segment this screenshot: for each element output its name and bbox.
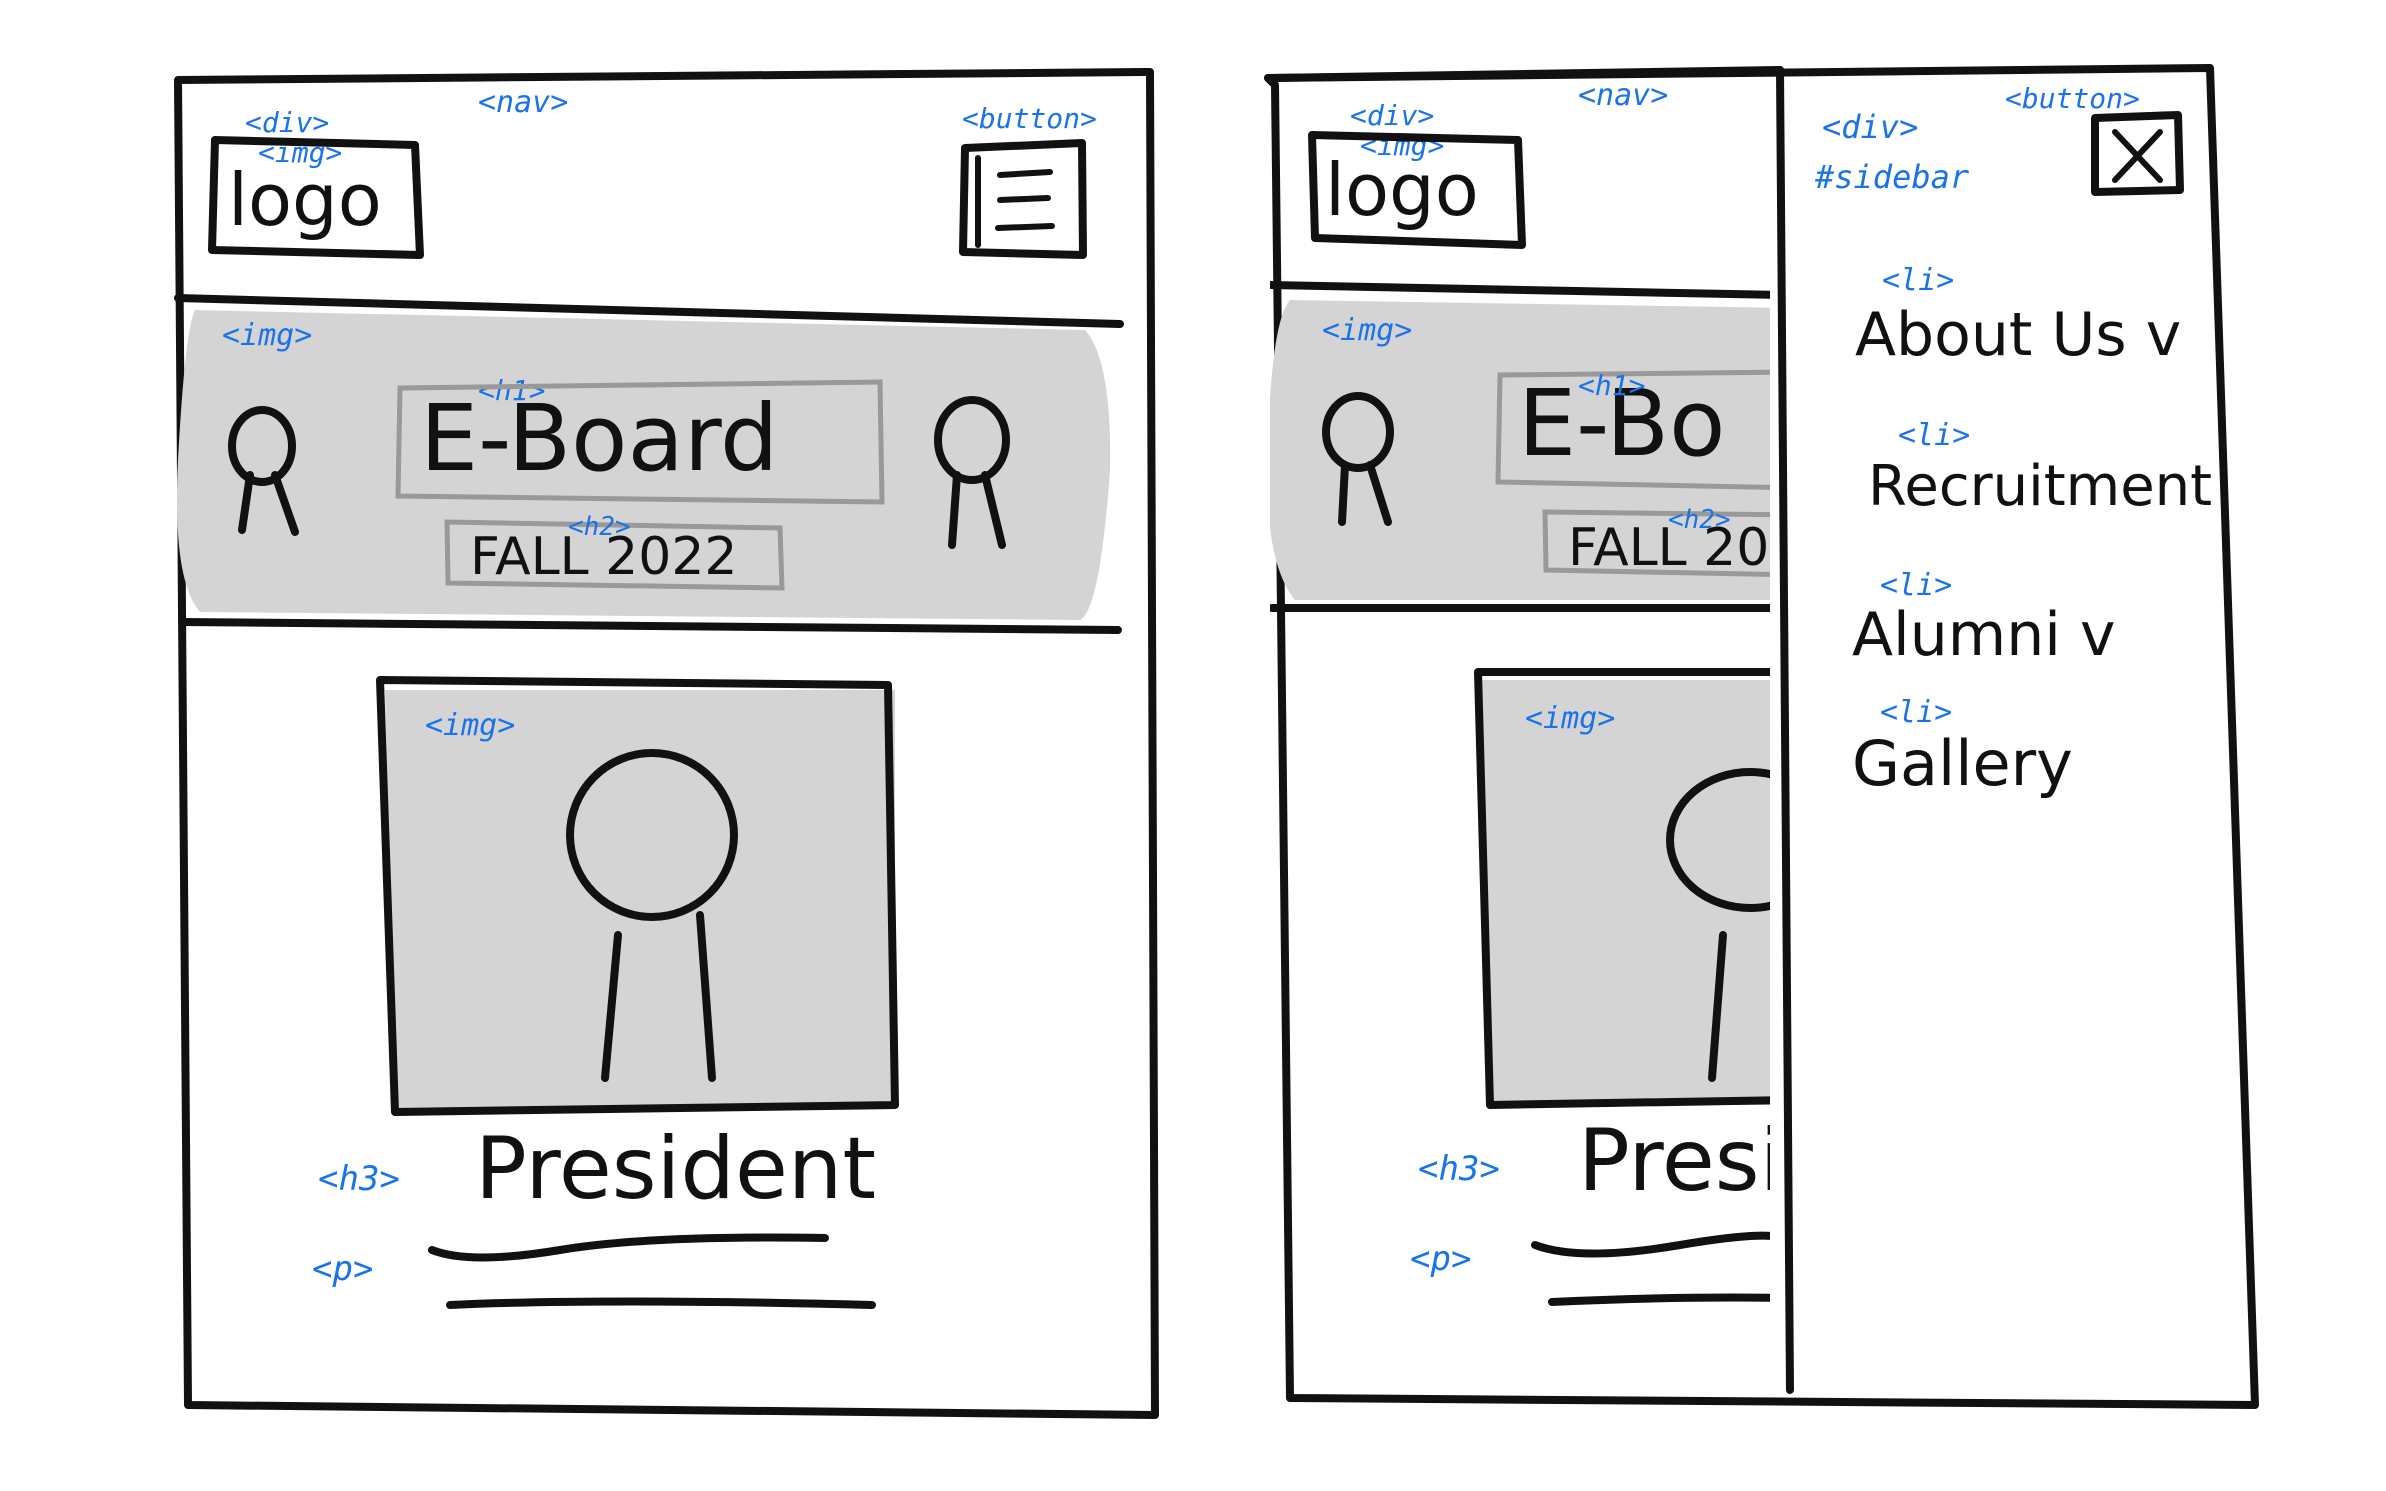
photo-img-tag: <img> <box>425 708 515 743</box>
hero-img-tag: <img> <box>222 318 312 353</box>
li-tag: <li> <box>1880 568 1952 603</box>
sidebar-div-tag: <div> <box>1822 108 1918 146</box>
p-tag: <p> <box>312 1249 373 1289</box>
h1-tag: <h1> <box>1578 369 1645 402</box>
hero-title: E-Board <box>420 385 778 492</box>
sidebar-item-about-us[interactable]: About Us v <box>1855 300 2181 370</box>
h2-tag: <h2> <box>1668 505 1731 535</box>
paragraph-line <box>1548 1293 1770 1306</box>
logo-text: logo <box>228 158 382 242</box>
paragraph-line <box>428 1233 829 1262</box>
hero-subtitle: FALL 2022 <box>470 527 738 587</box>
frame-mobile-sidebar-open: E-Bo FALL 20 Presi <nav> <div> <img> log… <box>1264 64 2259 1409</box>
hamburger-icon[interactable] <box>959 139 1087 259</box>
h3-tag: <h3> <box>318 1159 400 1199</box>
li-tag: <li> <box>1880 695 1952 730</box>
sidebar-item-alumni[interactable]: Alumni v <box>1852 600 2115 670</box>
close-icon[interactable] <box>2091 111 2184 196</box>
photo-img-tag: <img> <box>1525 701 1615 736</box>
li-tag: <li> <box>1882 263 1954 298</box>
nav-tag: <nav> <box>1578 78 1668 113</box>
logo-div-tag: <div> <box>1350 99 1434 132</box>
hero-img-tag: <img> <box>1322 313 1412 348</box>
role-title: Presi <box>1578 1111 1783 1211</box>
paragraph-line <box>446 1297 876 1309</box>
sidebar-button-tag: <button> <box>2005 82 2140 115</box>
nav-tag: <nav> <box>478 85 568 120</box>
hero-divider <box>178 618 1122 634</box>
li-tag: <li> <box>1898 418 1970 453</box>
nav-divider <box>1270 281 1770 299</box>
h3-tag: <h3> <box>1418 1149 1500 1189</box>
logo-text: logo <box>1325 148 1479 232</box>
sidebar-border <box>1776 66 1794 1394</box>
frame-mobile-default: <nav> <div> <img> logo <button> <img> <h… <box>174 68 1159 1419</box>
p-tag: <p> <box>1410 1239 1471 1279</box>
sidebar-item-recruitment[interactable]: Recruitment <box>1868 454 2212 519</box>
role-title: President <box>475 1119 876 1219</box>
member-photo-fill <box>1480 680 1770 1105</box>
button-tag: <button> <box>962 102 1097 135</box>
paragraph-line <box>1531 1231 1770 1258</box>
wireframe-sketch: <nav> <div> <img> logo <button> <img> <h… <box>174 64 2259 1419</box>
sidebar-id-label: #sidebar <box>1814 158 1970 196</box>
sidebar-item-gallery[interactable]: Gallery <box>1852 727 2073 800</box>
logo-div-tag: <div> <box>245 106 329 139</box>
